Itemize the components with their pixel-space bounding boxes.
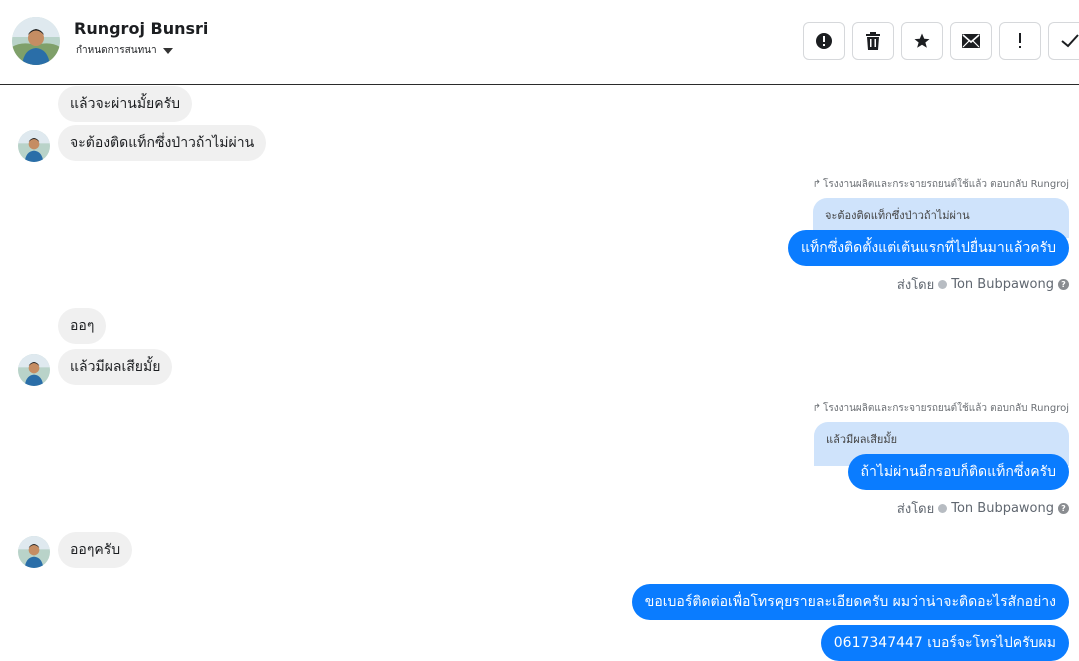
contact-avatar-small[interactable] [18,130,50,162]
message-text: 0617347447 เบอร์จะโทรไปครับผม [820,625,1069,661]
envelope-icon [962,34,980,48]
verified-icon [938,280,948,289]
reply-note-text: โรงงานผลิตและกระจายรถยนต์ใช้แล้ว ตอบกลับ… [822,179,1069,190]
message-text: แท็กซึ่งติดตั้งแต่เต้นแรกที่ไปยื่นมาแล้ว… [787,230,1069,266]
star-button[interactable] [901,22,943,60]
reply-arrow-icon: ↱ [812,179,821,190]
help-icon[interactable]: ? [1058,279,1069,290]
sent-by-name: Ton Bubpawong [951,277,1054,292]
message-text: แล้วมีผลเสียมั้ย [58,349,173,385]
conversation-toolbar [803,22,1079,60]
incoming-message: แล้วจะผ่านมั้ยครับ [58,86,193,122]
sent-by-line: ส่งโดย Ton Bubpawong ? [897,274,1069,295]
message-thread[interactable]: แล้วจะผ่านมั้ยครับ จะต้องติดแท็กซึ่งป่าว… [0,86,1079,661]
sent-by-prefix: ส่งโดย [896,502,935,517]
message-text: ออๆครับ [58,532,133,568]
mark-spam-button[interactable] [803,22,845,60]
message-text: จะต้องติดแท็กซึ่งป่าวถ้าไม่ผ่าน [58,125,267,161]
mark-unread-button[interactable] [950,22,992,60]
incoming-message: จะต้องติดแท็กซึ่งป่าวถ้าไม่ผ่าน [58,125,267,161]
check-icon [1060,34,1079,48]
reply-note: ↱ โรงงานผลิตและกระจายรถยนต์ใช้แล้ว ตอบกล… [813,401,1069,416]
sent-by-line: ส่งโดย Ton Bubpawong ? [897,498,1069,519]
reply-arrow-icon: ↱ [812,403,821,414]
reply-note-text: โรงงานผลิตและกระจายรถยนต์ใช้แล้ว ตอบกลับ… [822,403,1069,414]
follow-up-button[interactable] [999,22,1041,60]
sent-by-prefix: ส่งโดย [896,278,935,293]
verified-icon [938,504,948,513]
outgoing-message: ขอเบอร์ติดต่อเพื่อโทรคุยรายละเอียดครับ ผ… [631,584,1069,620]
message-text: ถ้าไม่ผ่านอีกรอบก็ติดแท็กซึ่งครับ [847,454,1069,490]
message-text: ออๆ [58,308,107,344]
conversation-header: Rungroj Bunsri กำหนดการสนทนา [0,0,1079,85]
help-icon[interactable]: ? [1058,503,1069,514]
incoming-message: ออๆครับ [58,532,133,568]
star-icon [914,33,930,48]
mark-done-button[interactable] [1048,22,1079,60]
trash-icon [866,32,880,50]
delete-button[interactable] [852,22,894,60]
reply-note: ↱ โรงงานผลิตและกระจายรถยนต์ใช้แล้ว ตอบกล… [813,177,1069,192]
contact-avatar-small[interactable] [18,536,50,568]
message-text: แล้วจะผ่านมั้ยครับ [58,86,193,122]
exclamation-icon [1019,33,1021,48]
assign-label: กำหนดการสนทนา [76,45,157,56]
contact-name[interactable]: Rungroj Bunsri [74,19,208,38]
contact-avatar[interactable] [12,17,60,65]
alert-circle-icon [816,33,832,49]
message-text: ขอเบอร์ติดต่อเพื่อโทรคุยรายละเอียดครับ ผ… [631,584,1069,620]
incoming-message: ออๆ [58,308,107,344]
contact-avatar-small[interactable] [18,354,50,386]
sent-by-name: Ton Bubpawong [951,501,1054,516]
outgoing-message: ถ้าไม่ผ่านอีกรอบก็ติดแท็กซึ่งครับ [847,454,1069,490]
caret-down-icon [162,47,173,54]
outgoing-message: 0617347447 เบอร์จะโทรไปครับผม [820,625,1069,661]
assign-conversation-dropdown[interactable]: กำหนดการสนทนา [76,43,173,58]
incoming-message: แล้วมีผลเสียมั้ย [58,349,173,385]
outgoing-message: แท็กซึ่งติดตั้งแต่เต้นแรกที่ไปยื่นมาแล้ว… [787,230,1069,266]
